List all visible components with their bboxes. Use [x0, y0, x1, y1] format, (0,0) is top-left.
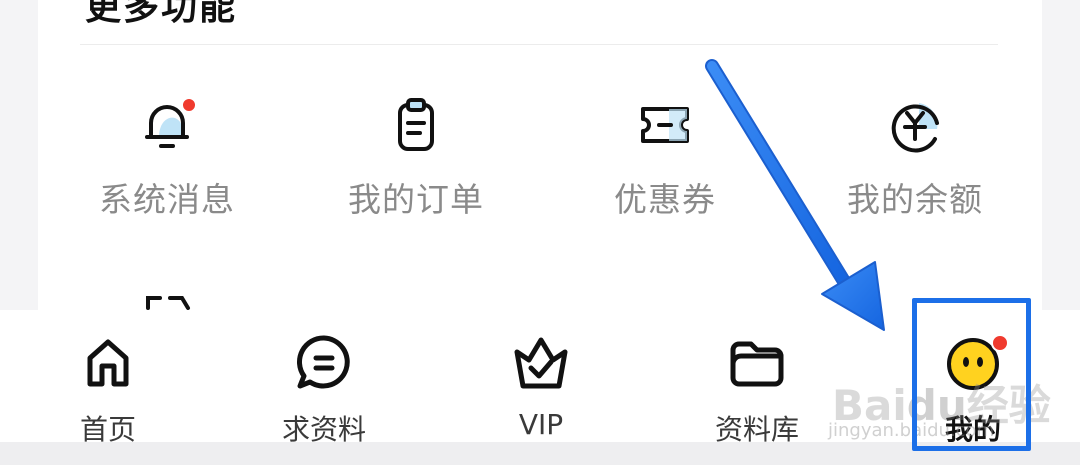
section-title: 更多功能: [85, 0, 238, 28]
tab-library[interactable]: 资料库: [677, 330, 837, 448]
function-label: 优惠券: [614, 180, 716, 219]
bell-icon: [137, 95, 197, 155]
function-label: 我的订单: [348, 180, 484, 219]
tab-home[interactable]: 首页: [28, 330, 188, 448]
highlight-box: [912, 298, 1031, 451]
crown-icon: [509, 330, 573, 394]
divider: [80, 44, 998, 45]
tab-vip[interactable]: VIP: [461, 330, 621, 441]
coupons-button[interactable]: 优惠券: [580, 95, 750, 221]
partially-hidden-icon: [140, 292, 200, 312]
home-icon: [76, 330, 140, 394]
notification-dot: [181, 97, 197, 113]
function-label: 系统消息: [99, 180, 235, 219]
folder-icon: [725, 330, 789, 394]
chat-bubble-icon: [292, 330, 356, 394]
my-balance-button[interactable]: 我的余额: [830, 95, 1000, 221]
system-messages-button[interactable]: 系统消息: [82, 95, 252, 221]
clipboard-icon: [386, 95, 446, 155]
my-orders-button[interactable]: 我的订单: [331, 95, 501, 221]
tab-label: VIP: [518, 408, 564, 441]
function-label: 我的余额: [847, 180, 983, 219]
yen-coin-icon: [885, 95, 945, 155]
ticket-icon: [635, 95, 695, 155]
tab-request-materials[interactable]: 求资料: [244, 330, 404, 448]
